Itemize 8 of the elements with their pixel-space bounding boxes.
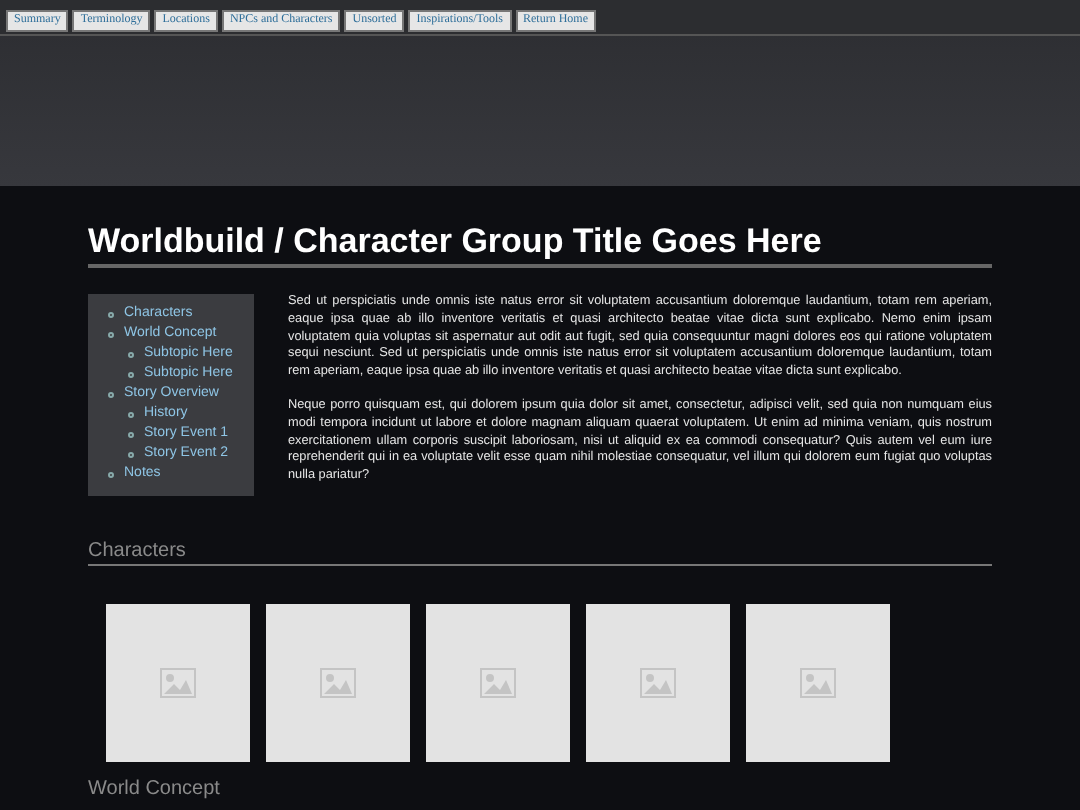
section-heading: World Concept <box>88 778 222 802</box>
image-icon <box>800 668 836 698</box>
image-icon <box>480 668 516 698</box>
page-title: Worldbuild / Character Group Title Goes Here <box>88 222 824 262</box>
section-heading: Characters <box>88 540 188 564</box>
image-icon <box>160 668 196 698</box>
image-icon <box>640 668 676 698</box>
image-icon <box>320 668 356 698</box>
